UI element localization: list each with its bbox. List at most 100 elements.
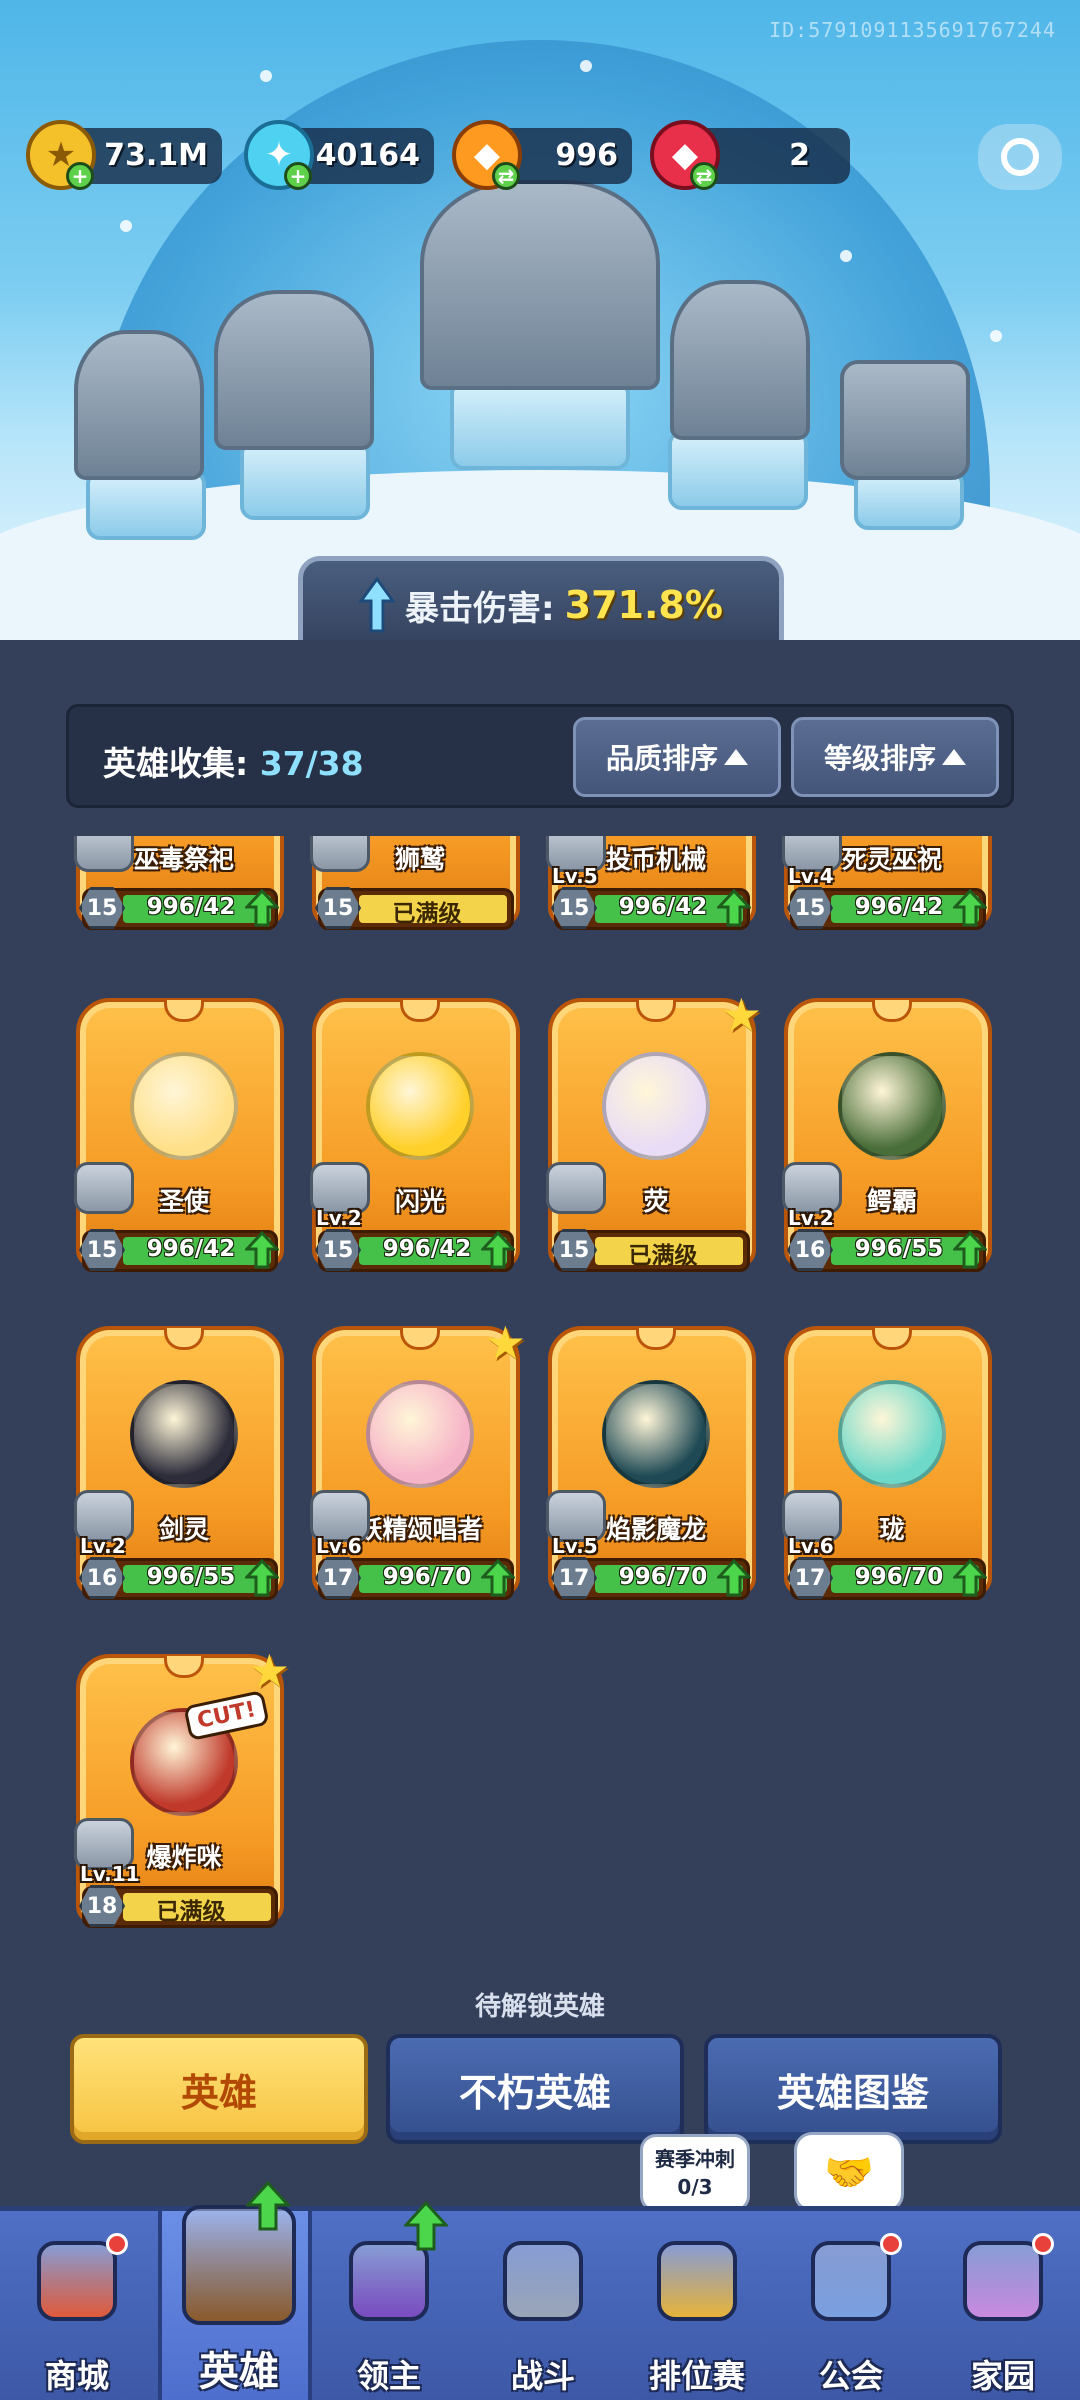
- shard-progress-bar: 已满级 18: [79, 1885, 278, 1928]
- crit-damage-label: 暴击伤害:: [405, 588, 555, 629]
- shard-progress-bar: 996/70 17: [315, 1557, 515, 1600]
- nav-home-castle[interactable]: 家园: [926, 2211, 1080, 2400]
- nav-label: 英雄: [199, 2349, 279, 2395]
- statue-pedestal: [240, 440, 370, 520]
- home-castle-icon: [963, 2241, 1043, 2321]
- card-gem-icon: [164, 1000, 204, 1022]
- card-gem-icon: [400, 1000, 440, 1022]
- hero-portrait: [838, 1380, 946, 1488]
- shard-progress-bar: 996/42 15: [787, 887, 987, 930]
- shard-progress-text: 已满级: [628, 1243, 698, 1269]
- hero-card[interactable]: 闪光 Lv.2 996/42 15: [310, 998, 520, 1298]
- nav-label: 排位赛: [648, 2357, 745, 2395]
- arrow-up-icon: [359, 577, 396, 633]
- hero-level-hex: 15: [79, 887, 125, 929]
- hero-portrait: [838, 1052, 946, 1160]
- hero-card[interactable]: 鳄霸 Lv.2 996/55 16: [782, 998, 992, 1298]
- hero-card[interactable]: 巫毒祭祀 996/42 15: [74, 836, 284, 956]
- sort-by-level-button[interactable]: 等级排序: [791, 717, 999, 797]
- add-icon[interactable]: +: [66, 162, 94, 190]
- card-gem-icon: [400, 1328, 440, 1350]
- upgrade-arrow-icon: [481, 1231, 515, 1269]
- hero-card[interactable]: 投币机械 Lv.5 996/42 15: [546, 836, 756, 956]
- card-gem-icon: [636, 1000, 676, 1022]
- nav-label: 战斗: [510, 2357, 575, 2395]
- tab-immortal-heroes[interactable]: 不朽英雄: [386, 2034, 684, 2144]
- shard-progress-bar: 996/42 15: [315, 1229, 515, 1272]
- hero-level-hex: 15: [787, 887, 833, 929]
- statue-pedestal: [450, 380, 630, 470]
- nav-lord-banner[interactable]: 领主: [312, 2201, 466, 2400]
- season-sprint-bubble[interactable]: 赛季冲刺 0/3: [640, 2134, 750, 2212]
- card-gem-icon: [164, 1656, 204, 1678]
- statue-machine[interactable]: [840, 360, 970, 480]
- hero-grid: 巫毒祭祀 996/42 15 狮鹫 已满级 15 投币机械 Lv.5 996/4…: [0, 836, 1080, 1996]
- hero-card[interactable]: 妖精颂唱者 Lv.6 996/70 17 ★: [310, 1316, 526, 1626]
- statue-fairy[interactable]: [670, 280, 810, 440]
- notification-dot: [880, 2233, 902, 2255]
- statue-griffin[interactable]: [214, 290, 374, 450]
- nav-shop[interactable]: 商城: [0, 2211, 154, 2400]
- resource-crystal[interactable]: ✦ + 40164: [244, 120, 434, 190]
- hero-portrait: [602, 1380, 710, 1488]
- nav-guild-castle[interactable]: 公会: [774, 2211, 928, 2400]
- hero-portrait: [130, 1380, 238, 1488]
- resource-gold[interactable]: ★ + 73.1M: [26, 120, 222, 190]
- card-gem-icon: [636, 1328, 676, 1350]
- hero-level-hex: 15: [79, 1229, 125, 1271]
- hero-card[interactable]: 珑 Lv.6 996/70 17: [782, 1326, 992, 1626]
- hero-card[interactable]: 狮鹫 已满级 15: [310, 836, 520, 956]
- hero-card-frame: 鳄霸 Lv.2: [782, 998, 992, 1268]
- hero-card[interactable]: 死灵巫祝 Lv.4 996/42 15: [782, 836, 992, 956]
- shard-progress-text: 996/70: [618, 1564, 708, 1590]
- hero-card[interactable]: 焰影魔龙 Lv.5 996/70 17: [546, 1326, 756, 1626]
- upgrade-arrow-icon: [953, 889, 987, 927]
- hero-card[interactable]: 剑灵 Lv.2 996/55 16: [74, 1326, 284, 1626]
- season-sprint-title: 赛季冲刺: [655, 2147, 735, 2171]
- upgrade-arrow-icon: [953, 1559, 987, 1597]
- lord-banner-icon: [349, 2241, 429, 2321]
- sort-by-quality-button[interactable]: 品质排序: [573, 717, 781, 797]
- nav-hero-card[interactable]: 英雄: [158, 2181, 312, 2400]
- blue-crystal-icon: ✦ +: [244, 120, 314, 190]
- handshake-icon: 🤝: [824, 2149, 874, 2196]
- add-icon[interactable]: +: [284, 162, 312, 190]
- tab-hero-codex[interactable]: 英雄图鉴: [704, 2034, 1002, 2144]
- hero-level-hex: 16: [79, 1557, 125, 1599]
- snowflake: [840, 250, 852, 262]
- tab-heroes[interactable]: 英雄: [70, 2034, 368, 2144]
- collection-count: 37/38: [259, 744, 364, 783]
- statue-warrior[interactable]: [74, 330, 204, 480]
- shard-progress-text: 996/70: [382, 1564, 472, 1590]
- upgrade-arrow-icon: [404, 2201, 448, 2251]
- player-id: ID:5791091135691767244: [769, 18, 1056, 42]
- exchange-icon[interactable]: ⇄: [690, 162, 718, 190]
- equipment-icon: [74, 1162, 134, 1214]
- upgrade-arrow-icon: [953, 1231, 987, 1269]
- red-gem-value: 2: [789, 138, 810, 173]
- hero-card[interactable]: 圣使 996/42 15: [74, 998, 284, 1298]
- hero-card-frame: 圣使: [74, 998, 284, 1268]
- upgrade-arrow-icon: [245, 889, 279, 927]
- statue-dragon[interactable]: [420, 180, 660, 390]
- shard-progress-text: 已满级: [392, 901, 462, 927]
- star-icon: ★: [248, 1644, 290, 1698]
- resource-red-gem[interactable]: ◆ ⇄ 2: [650, 120, 850, 190]
- equipment-level: Lv.11: [80, 1862, 140, 1886]
- shard-progress-text: 996/42: [146, 894, 236, 920]
- handshake-bubble[interactable]: 🤝: [794, 2132, 904, 2212]
- hero-level-hex: 17: [315, 1557, 361, 1599]
- crossed-swords-icon: [503, 2241, 583, 2321]
- hero-card[interactable]: 爆炸咪 Lv.11 CUT! 已满级 18 ★: [74, 1644, 290, 1954]
- nav-crossed-swords[interactable]: 战斗: [466, 2211, 620, 2400]
- nav-rank-shield[interactable]: 排位赛: [620, 2211, 774, 2400]
- shard-progress-bar: 996/42 15: [551, 887, 751, 930]
- hero-card[interactable]: 荧 已满级 15 ★: [546, 988, 762, 1298]
- equipment-level: Lv.2: [80, 1534, 126, 1558]
- exchange-icon[interactable]: ⇄: [492, 162, 520, 190]
- equipment-level: Lv.4: [788, 864, 834, 888]
- settings-button[interactable]: [978, 124, 1062, 190]
- snowflake: [990, 330, 1002, 342]
- crystal-value: 40164: [315, 138, 420, 173]
- resource-orange-gem[interactable]: ◆ ⇄ 996: [452, 120, 632, 190]
